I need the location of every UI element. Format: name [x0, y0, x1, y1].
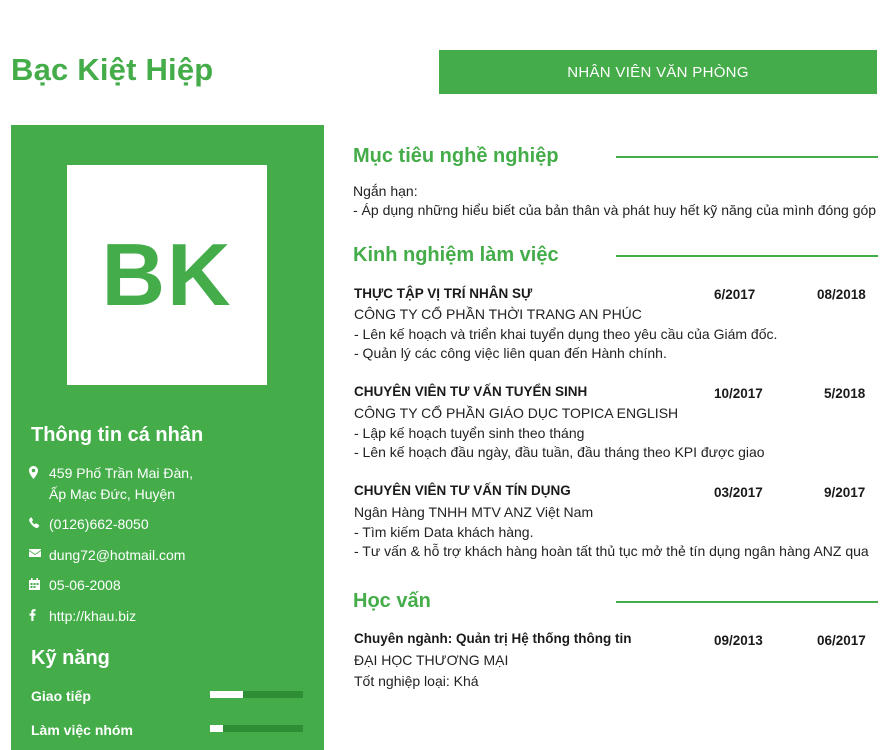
job-company: CÔNG TY CỔ PHẦN GIÁO DỤC TOPICA ENGLISH — [354, 405, 679, 421]
skill-bar — [210, 725, 303, 732]
personal-info-title: Thông tin cá nhân — [31, 424, 204, 446]
address-line2: Ấp Mạc Đức, Huyện — [49, 486, 176, 502]
education-school: ĐẠI HỌC THƯƠNG MẠI — [354, 652, 509, 668]
job-start-date: 03/2017 — [714, 485, 763, 500]
job-start-date: 10/2017 — [714, 386, 763, 401]
skills-title: Kỹ năng — [31, 647, 110, 669]
section-divider — [616, 601, 878, 603]
education-start-date: 09/2013 — [714, 633, 763, 648]
birthday-item: 05-06-2008 — [29, 575, 121, 596]
job-desc: - Lập kế hoạch tuyển sinh theo tháng — [354, 425, 585, 441]
job-company: CÔNG TY CỔ PHẦN THỜI TRANG AN PHÚC — [354, 306, 642, 322]
phone-item: (0126)662-8050 — [29, 514, 149, 535]
address-line1: 459 Phố Trần Mai Đàn, — [49, 465, 193, 481]
envelope-icon — [29, 545, 49, 558]
map-marker-icon — [29, 463, 49, 479]
skill-bar — [210, 691, 303, 698]
job-desc: - Tư vấn & hỗ trợ khách hàng hoàn tất th… — [354, 543, 869, 559]
job-desc: - Tìm kiếm Data khách hàng. — [354, 524, 534, 540]
website-text: http://khau.biz — [49, 608, 137, 624]
skill-bar-fill — [210, 725, 224, 732]
experience-title: Kinh nghiệm làm việc — [353, 244, 559, 266]
birthday-text: 05-06-2008 — [49, 577, 121, 593]
job-role: CHUYÊN VIÊN TƯ VẤN TÍN DỤNG — [354, 483, 571, 498]
avatar-initials: BK — [101, 225, 233, 324]
skill-label: Giao tiếp — [31, 688, 91, 704]
sidebar: BK Thông tin cá nhân 459 Phố Trần Mai Đà… — [11, 125, 324, 750]
phone-icon — [29, 514, 49, 528]
phone-text: (0126)662-8050 — [49, 516, 149, 532]
education-title: Học vấn — [353, 590, 431, 612]
job-start-date: 6/2017 — [714, 287, 756, 302]
job-desc: - Lên kế hoạch đầu ngày, đầu tuần, đầu t… — [354, 444, 765, 460]
position-badge: NHÂN VIÊN VĂN PHÒNG — [439, 50, 877, 94]
job-desc: - Lên kế hoạch và triển khai tuyển dụng … — [354, 326, 778, 342]
avatar: BK — [67, 165, 267, 385]
education-end-date: 06/2017 — [817, 633, 866, 648]
calendar-icon — [29, 575, 49, 590]
address-text: 459 Phố Trần Mai Đàn, Ấp Mạc Đức, Huyện — [49, 463, 193, 505]
skill-label: Làm việc nhóm — [31, 722, 133, 738]
address-item: 459 Phố Trần Mai Đàn, Ấp Mạc Đức, Huyện — [29, 463, 193, 505]
skill-bar-fill — [210, 691, 243, 698]
job-end-date: 5/2018 — [824, 386, 866, 401]
job-role: CHUYÊN VIÊN TƯ VẤN TUYỂN SINH — [354, 384, 588, 399]
email-item: dung72@hotmail.com — [29, 545, 185, 566]
website-item: http://khau.biz — [29, 606, 136, 627]
job-end-date: 9/2017 — [824, 485, 866, 500]
objective-line2: - Áp dụng những hiểu biết của bản thân v… — [353, 202, 877, 218]
section-divider — [616, 255, 878, 257]
candidate-name: Bạc Kiệt Hiệp — [11, 52, 214, 87]
education-grade: Tốt nghiệp loại: Khá — [354, 673, 479, 689]
objective-title: Mục tiêu nghề nghiệp — [353, 145, 559, 167]
education-major: Chuyên ngành: Quản trị Hệ thống thông ti… — [354, 631, 632, 646]
email-text: dung72@hotmail.com — [49, 547, 186, 563]
objective-line1: Ngắn hạn: — [353, 183, 418, 199]
job-role: THỰC TẬP VỊ TRÍ NHÂN SỰ — [354, 286, 533, 301]
job-desc: - Quản lý các công việc liên quan đến Hà… — [354, 345, 667, 361]
job-end-date: 08/2018 — [817, 287, 866, 302]
section-divider — [616, 156, 878, 158]
job-company: Ngân Hàng TNHH MTV ANZ Việt Nam — [354, 504, 594, 520]
facebook-icon — [29, 606, 49, 621]
